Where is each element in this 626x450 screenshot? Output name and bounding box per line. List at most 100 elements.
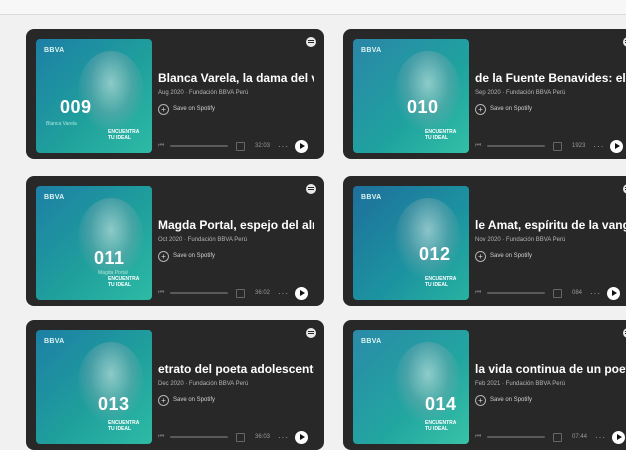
player-bar: ⏮ 36:02 ··· (158, 286, 314, 300)
brand-logo: BBVA (44, 338, 65, 345)
more-icon[interactable]: ··· (278, 142, 289, 151)
queue-icon[interactable] (236, 288, 245, 298)
episode-meta: Nov 2020 · Fundación BBVA Perú (475, 237, 566, 243)
queue-icon[interactable] (553, 432, 562, 442)
brand-logo: BBVA (361, 194, 382, 201)
previous-icon[interactable]: ⏮ (158, 433, 164, 441)
plus-icon: + (475, 250, 486, 262)
episode-meta: Oct 2020 · Fundación BBVA Perú (158, 237, 247, 243)
save-button[interactable]: + Save on Spotify (158, 394, 215, 406)
episode-card-011[interactable]: BBVA 011 Magda Portal ENCUENTRA TU IDEAL… (26, 176, 324, 306)
episode-number: 012 (419, 244, 451, 264)
previous-icon[interactable]: ⏮ (475, 433, 481, 441)
episode-card-013[interactable]: BBVA 013 ENCUENTRA TU IDEAL etrato del p… (26, 320, 324, 450)
episode-title[interactable]: le Amat, espíritu de la vang (475, 218, 626, 234)
save-button[interactable]: + Save on Spotify (475, 250, 532, 262)
queue-icon[interactable] (553, 141, 562, 151)
duration: 07:44 (572, 434, 588, 440)
series-label: ENCUENTRA TU IDEAL (108, 129, 140, 141)
player-bar: ⏮ 07:44 ··· (475, 430, 626, 444)
plus-icon: + (158, 394, 169, 406)
play-button[interactable] (295, 430, 309, 444)
episode-artwork: BBVA 009 Blanca Varela ENCUENTRA TU IDEA… (36, 39, 152, 153)
episode-card-012[interactable]: BBVA 012 ENCUENTRA TU IDEAL le Amat, esp… (343, 176, 626, 306)
episode-number: 014 (425, 394, 457, 414)
episode-meta: Feb 2021 · Fundación BBVA Perú (475, 381, 565, 387)
plus-icon: + (475, 394, 486, 406)
duration: 1923 (572, 143, 586, 149)
progress-track[interactable] (170, 145, 228, 147)
episode-meta: Sep 2020 · Fundación BBVA Perú (475, 90, 566, 96)
more-icon[interactable]: ··· (593, 142, 604, 151)
play-button[interactable] (295, 286, 309, 300)
progress-track[interactable] (487, 292, 545, 294)
queue-icon[interactable] (236, 141, 245, 151)
save-button[interactable]: + Save on Spotify (158, 103, 215, 115)
queue-icon[interactable] (553, 288, 562, 298)
previous-icon[interactable]: ⏮ (475, 142, 481, 150)
duration: 36:03 (255, 434, 271, 440)
series-label: ENCUENTRA TU IDEAL (425, 420, 457, 432)
play-button[interactable] (610, 139, 624, 153)
episode-card-009[interactable]: BBVA 009 Blanca Varela ENCUENTRA TU IDEA… (26, 29, 324, 159)
previous-icon[interactable]: ⏮ (158, 289, 164, 297)
episode-meta: Dec 2020 · Fundación BBVA Perú (158, 381, 249, 387)
player-bar: ⏮ 32:03 ··· (158, 139, 314, 153)
queue-icon[interactable] (236, 432, 245, 442)
player-bar: ⏮ 36:03 ··· (158, 430, 314, 444)
duration: 084 (572, 290, 583, 296)
episode-artwork: BBVA 010 ENCUENTRA TU IDEAL (353, 39, 469, 153)
episode-artwork: BBVA 014 ENCUENTRA TU IDEAL (353, 330, 469, 444)
more-icon[interactable]: ··· (595, 433, 606, 442)
episode-card-010[interactable]: BBVA 010 ENCUENTRA TU IDEAL de la Fuente… (343, 29, 626, 159)
save-button[interactable]: + Save on Spotify (158, 250, 215, 262)
episode-title[interactable]: la vida continua de un poet (475, 362, 626, 378)
portrait-image (78, 51, 144, 131)
episode-number: 011 (94, 248, 125, 268)
series-label: ENCUENTRA TU IDEAL (425, 276, 457, 288)
previous-icon[interactable]: ⏮ (158, 142, 164, 150)
player-bar: ⏮ 084 ··· (475, 286, 626, 300)
portrait-image (395, 51, 461, 131)
progress-track[interactable] (487, 436, 545, 438)
episode-title[interactable]: etrato del poeta adolescente (158, 362, 314, 378)
brand-logo: BBVA (361, 338, 382, 345)
episode-card-014[interactable]: BBVA 014 ENCUENTRA TU IDEAL la vida cont… (343, 320, 626, 450)
episode-meta: Aug 2020 · Fundación BBVA Perú (158, 90, 249, 96)
spotify-icon[interactable] (306, 328, 316, 338)
play-button[interactable] (607, 286, 621, 300)
episode-title[interactable]: Magda Portal, espejo del alm (158, 218, 314, 234)
progress-track[interactable] (487, 145, 545, 147)
series-label: ENCUENTRA TU IDEAL (108, 276, 140, 288)
episode-artwork: BBVA 013 ENCUENTRA TU IDEAL (36, 330, 152, 444)
artwork-name: Blanca Varela (46, 121, 77, 127)
episode-artwork: BBVA 012 ENCUENTRA TU IDEAL (353, 186, 469, 300)
spotify-icon[interactable] (306, 184, 316, 194)
portrait-image (395, 198, 461, 278)
previous-icon[interactable]: ⏮ (475, 289, 481, 297)
brand-logo: BBVA (44, 194, 65, 201)
progress-track[interactable] (170, 436, 228, 438)
series-label: ENCUENTRA TU IDEAL (425, 129, 457, 141)
episode-number: 013 (98, 394, 130, 414)
brand-logo: BBVA (361, 47, 382, 54)
plus-icon: + (158, 250, 169, 262)
player-bar: ⏮ 1923 ··· (475, 139, 626, 153)
spotify-icon[interactable] (306, 37, 316, 47)
series-label: ENCUENTRA TU IDEAL (108, 420, 140, 432)
play-button[interactable] (612, 430, 626, 444)
save-button[interactable]: + Save on Spotify (475, 394, 532, 406)
play-button[interactable] (295, 139, 309, 153)
episode-artwork: BBVA 011 Magda Portal ENCUENTRA TU IDEAL (36, 186, 152, 300)
plus-icon: + (475, 103, 486, 115)
more-icon[interactable]: ··· (590, 289, 601, 298)
brand-logo: BBVA (44, 47, 65, 54)
progress-track[interactable] (170, 292, 228, 294)
episode-title[interactable]: Blanca Varela, la dama del ve (158, 71, 314, 87)
episode-title[interactable]: de la Fuente Benavides: el (475, 71, 626, 87)
more-icon[interactable]: ··· (278, 289, 289, 298)
save-button[interactable]: + Save on Spotify (475, 103, 532, 115)
episode-number: 010 (407, 97, 439, 117)
more-icon[interactable]: ··· (278, 433, 289, 442)
plus-icon: + (158, 103, 169, 115)
